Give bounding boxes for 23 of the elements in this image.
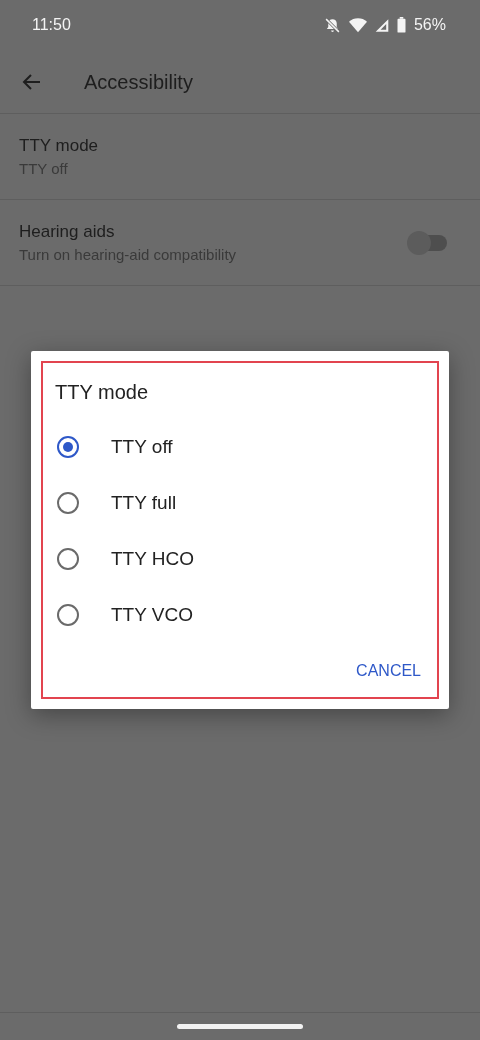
toolbar-title: Accessibility (84, 69, 193, 95)
radio-option[interactable]: TTY HCO (55, 531, 425, 587)
signal-icon (374, 17, 389, 33)
setting-title: Hearing aids (19, 220, 116, 243)
radio-button[interactable] (57, 604, 79, 626)
dialog-title: TTY mode (55, 380, 149, 405)
status-time: 11:50 (32, 15, 71, 35)
option-label: TTY full (111, 490, 177, 515)
radio-button[interactable] (57, 492, 79, 514)
wifi-icon (348, 17, 367, 33)
setting-title: TTY mode (19, 134, 99, 157)
option-label: TTY off (111, 434, 173, 459)
radio-option[interactable]: TTY full (55, 475, 425, 531)
option-label: TTY VCO (111, 602, 193, 627)
cancel-button[interactable]: CANCEL (352, 653, 425, 689)
radio-option[interactable]: TTY VCO (55, 587, 425, 643)
battery-icon (396, 17, 406, 33)
mute-icon (323, 16, 341, 34)
radio-option[interactable]: TTY off (55, 419, 425, 475)
radio-button[interactable] (57, 436, 79, 458)
battery-percentage: 56% (413, 15, 446, 35)
radio-button[interactable] (57, 548, 79, 570)
option-label: TTY HCO (111, 546, 195, 571)
